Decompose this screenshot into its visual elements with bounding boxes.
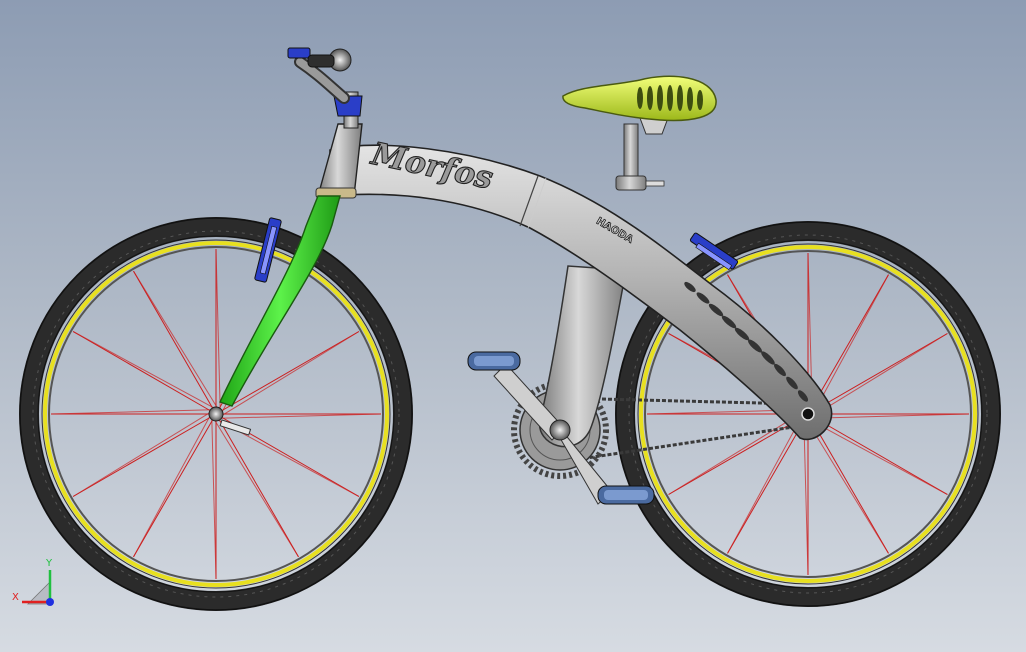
spoke	[133, 413, 217, 558]
pedal-front	[467, 351, 521, 371]
x-axis-label: X	[12, 592, 19, 603]
spoke	[668, 413, 809, 495]
spoke	[72, 413, 217, 497]
spoke	[215, 248, 221, 410]
spoke	[215, 413, 299, 558]
spoke	[133, 270, 217, 415]
front-wheel	[19, 217, 413, 611]
spoke	[812, 413, 970, 419]
spoke	[813, 274, 889, 413]
front-hub	[208, 406, 224, 422]
cad-viewport[interactable]: Morfos HAODA X Y	[0, 0, 1026, 652]
spoke	[133, 415, 211, 558]
saddle	[562, 75, 717, 122]
pedal-rear	[597, 485, 655, 505]
handlebar	[287, 47, 363, 129]
spoke	[211, 418, 217, 580]
spoke	[72, 331, 215, 409]
front-quick-release	[219, 419, 252, 436]
rear-axle	[801, 407, 815, 421]
spoke	[220, 413, 382, 419]
spoke	[803, 418, 809, 576]
spoke	[72, 331, 217, 415]
z-axis-dot	[46, 598, 54, 606]
head-tube	[315, 123, 363, 199]
spoke	[809, 419, 948, 495]
spoke	[50, 409, 212, 415]
axis-triad: X Y	[12, 558, 54, 606]
y-axis-label: Y	[45, 558, 53, 569]
bicycle-model[interactable]: Morfos HAODA X Y	[0, 0, 1026, 652]
seat-post	[615, 117, 669, 191]
